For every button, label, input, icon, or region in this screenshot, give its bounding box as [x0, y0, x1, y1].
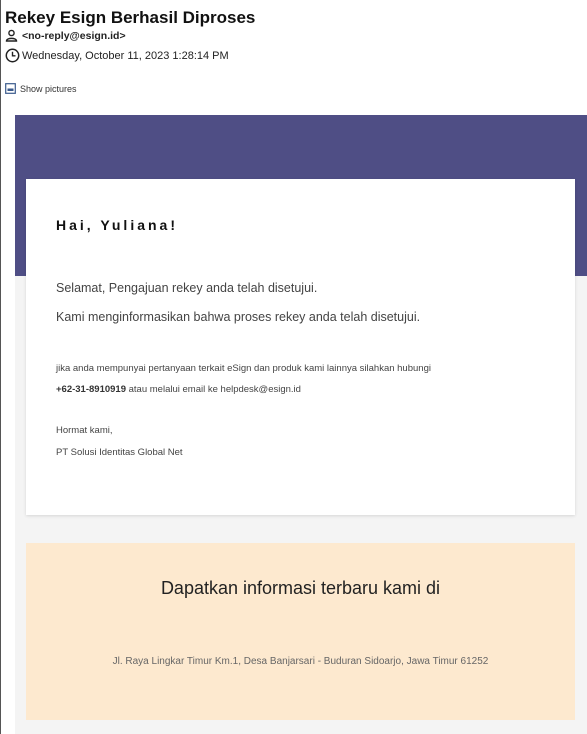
- contact-line: +62-31-8910919 atau melalui email ke hel…: [56, 384, 301, 395]
- email-header: Rekey Esign Berhasil Diproses <no-reply@…: [1, 0, 587, 112]
- image-icon: [5, 83, 16, 94]
- email-date: Wednesday, October 11, 2023 1:28:14 PM: [22, 49, 229, 62]
- date-row: Wednesday, October 11, 2023 1:28:14 PM: [5, 48, 229, 63]
- footer-section: Dapatkan informasi terbaru kami di Jl. R…: [26, 543, 575, 720]
- sender-address[interactable]: <no-reply@esign.id>: [22, 30, 126, 42]
- show-pictures-button[interactable]: Show pictures: [5, 83, 77, 94]
- show-pictures-label[interactable]: Show pictures: [20, 84, 77, 94]
- closing-text: Hormat kami,: [56, 425, 113, 436]
- greeting: Hai, Yuliana!: [56, 217, 178, 233]
- contact-text: jika anda mempunyai pertanyaan terkait e…: [56, 363, 431, 374]
- email-subject: Rekey Esign Berhasil Diproses: [5, 8, 256, 27]
- contact-connector: atau melalui email ke: [126, 384, 221, 395]
- person-icon: [5, 29, 18, 42]
- company-name: PT Solusi Identitas Global Net: [56, 447, 183, 458]
- email-viewer: Rekey Esign Berhasil Diproses <no-reply@…: [0, 0, 587, 734]
- phone-number[interactable]: +62-31-8910919: [56, 384, 126, 395]
- footer-title: Dapatkan informasi terbaru kami di: [160, 578, 441, 598]
- approval-message: Selamat, Pengajuan rekey anda telah dise…: [56, 281, 318, 295]
- helpdesk-email-link[interactable]: helpdesk@esign.id: [221, 384, 301, 395]
- email-body: Hai, Yuliana! Selamat, Pengajuan rekey a…: [15, 115, 587, 734]
- message-card: Hai, Yuliana! Selamat, Pengajuan rekey a…: [26, 179, 575, 515]
- sender-row: <no-reply@esign.id>: [5, 29, 126, 42]
- footer-address: Jl. Raya Lingkar Timur Km.1, Desa Banjar…: [112, 656, 489, 667]
- info-message: Kami menginformasikan bahwa proses rekey…: [56, 310, 421, 324]
- clock-icon: [5, 48, 20, 63]
